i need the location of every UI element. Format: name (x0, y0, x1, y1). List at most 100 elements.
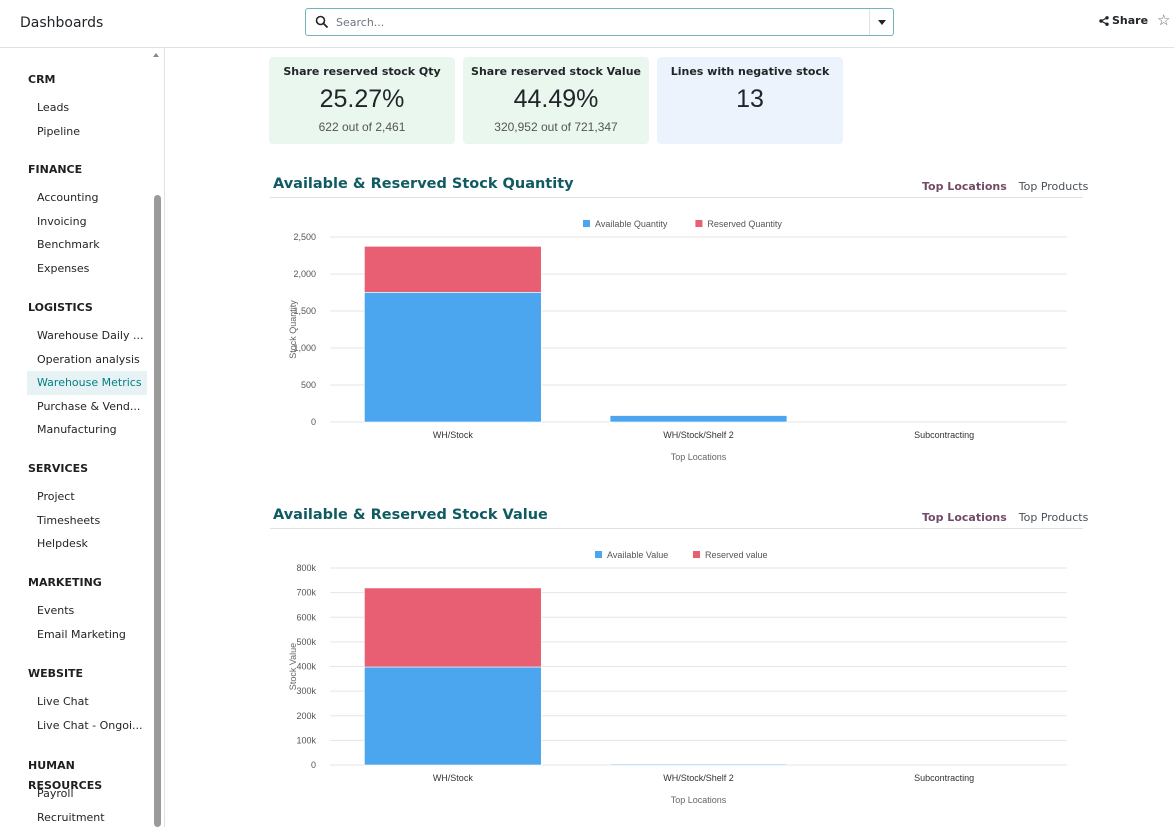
section-title-stock-quantity: Available & Reserved Stock Quantity (273, 176, 574, 192)
x-tick-label: Subcontracting (914, 773, 974, 783)
sidebar-item-operation-analysis[interactable]: Operation analysis (0, 348, 150, 372)
legend-label-reserved-value: Reserved value (705, 550, 768, 560)
kpi-card-negative-stock[interactable]: Lines with negative stock 13 (657, 57, 843, 144)
section-divider (270, 197, 1083, 198)
favorite-star-icon[interactable]: ☆ (1157, 11, 1170, 29)
y-tick-label: 400k (296, 662, 316, 672)
y-tick-label: 2,500 (293, 232, 316, 242)
x-axis-label: Top Locations (671, 452, 727, 462)
kpi-subtitle: 622 out of 2,461 (318, 120, 406, 134)
bar-wh-stock-reserved-value (364, 587, 542, 668)
kpi-subtitle: 320,952 out of 721,347 (494, 120, 618, 134)
x-tick-label: WH/Stock (433, 430, 474, 440)
sidebar-item-live-chat[interactable]: Live Chat (0, 690, 150, 714)
sidebar-item-helpdesk[interactable]: Helpdesk (0, 532, 150, 556)
sidebar-item-manufacturing[interactable]: Manufacturing (0, 418, 150, 442)
legend-swatch-available-quantity (583, 220, 590, 227)
scroll-up-arrow-icon[interactable] (153, 53, 159, 57)
chart-stock-quantity: Available Quantity Reserved Quantity 0 500 1… (270, 212, 1083, 470)
section-tabs-value: Top Locations Top Products (922, 511, 1088, 524)
sidebar-scrollbar[interactable] (154, 195, 161, 827)
tab-top-products[interactable]: Top Products (1019, 511, 1089, 524)
tab-top-locations[interactable]: Top Locations (922, 180, 1007, 193)
sidebar-item-live-chat-ongoing[interactable]: Live Chat - Ongoi... (0, 714, 150, 738)
sidebar-item-email-marketing[interactable]: Email Marketing (0, 623, 150, 647)
sidebar-item-project[interactable]: Project (0, 485, 150, 509)
share-label: Share (1112, 14, 1149, 27)
y-tick-label: 500 (301, 380, 316, 390)
x-axis-label: Top Locations (671, 795, 727, 805)
sidebar-section-marketing: MARKETING Events Email Marketing (0, 573, 150, 646)
search-box[interactable] (305, 8, 894, 36)
section-divider (270, 528, 1083, 529)
y-tick-label: 2,000 (293, 269, 316, 279)
y-tick-label: 600k (296, 612, 316, 622)
sidebar-item-invoicing[interactable]: Invoicing (0, 210, 150, 234)
search-input[interactable] (336, 13, 856, 32)
x-tick-label: WH/Stock/Shelf 2 (663, 773, 734, 783)
y-tick-label: 500k (296, 637, 316, 647)
section-tabs-quantity: Top Locations Top Products (922, 180, 1088, 193)
bar-wh-stock-available-quantity (364, 292, 542, 423)
x-tick-label: WH/Stock/Shelf 2 (663, 430, 734, 440)
legend-label-available-value: Available Value (607, 550, 668, 560)
y-tick-label: 700k (296, 588, 316, 598)
y-tick-label: 0 (311, 760, 316, 770)
top-bar: Dashboards Share ☆ (0, 0, 1174, 48)
legend-label-reserved-quantity: Reserved Quantity (707, 219, 782, 229)
sidebar-item-pipeline[interactable]: Pipeline (0, 120, 150, 144)
sidebar-item-recruitment[interactable]: Recruitment (0, 806, 150, 827)
sidebar-item-expenses[interactable]: Expenses (0, 257, 150, 281)
search-options-toggle[interactable] (869, 9, 893, 35)
y-tick-label: 0 (311, 417, 316, 427)
sidebar-section-title: LOGISTICS (28, 301, 93, 314)
chart-legend: Available Value Reserved value (595, 550, 768, 560)
sidebar: CRM Leads Pipeline FINANCE Accounting In… (0, 48, 165, 827)
sidebar-item-warehouse-metrics[interactable]: Warehouse Metrics (27, 371, 147, 395)
sidebar-section-website: WEBSITE Live Chat Live Chat - Ongoi... (0, 664, 150, 737)
sidebar-section-crm: CRM Leads Pipeline (0, 70, 150, 143)
chart-svg: Available Value Reserved value 0 100k 200k 30… (288, 550, 1067, 805)
chart-svg: Available Quantity Reserved Quantity05001… (288, 219, 1067, 462)
legend-label-available-quantity: Available Quantity (595, 219, 668, 229)
sidebar-section-human-resources: HUMAN RESOURCES Payroll Recruitment (0, 756, 150, 827)
sidebar-section-services: SERVICES Project Timesheets Helpdesk (0, 459, 150, 556)
sidebar-item-timesheets[interactable]: Timesheets (0, 509, 150, 533)
sidebar-section-title: CRM (28, 73, 56, 86)
y-tick-label: 200k (296, 711, 316, 721)
y-tick-label: 800k (296, 563, 316, 573)
bar-wh-stock-available-value (364, 666, 542, 766)
sidebar-item-warehouse-daily[interactable]: Warehouse Daily ... (0, 324, 150, 348)
kpi-title: Share reserved stock Qty (283, 65, 441, 78)
sidebar-section-finance: FINANCE Accounting Invoicing Benchmark E… (0, 160, 150, 280)
kpi-title: Share reserved stock Value (471, 65, 641, 78)
kpi-card-reserved-qty[interactable]: Share reserved stock Qty 25.27% 622 out … (269, 57, 455, 144)
search-icon (315, 15, 329, 29)
x-tick-label: Subcontracting (914, 430, 974, 440)
y-tick-label: 300k (296, 686, 316, 696)
section-title-stock-value: Available & Reserved Stock Value (273, 507, 548, 523)
kpi-title: Lines with negative stock (670, 65, 830, 78)
bar-wh-stock-shelf-2-available-value (609, 764, 788, 766)
tab-top-products[interactable]: Top Products (1019, 180, 1089, 193)
x-tick-label: WH/Stock (433, 773, 474, 783)
kpi-card-reserved-value[interactable]: Share reserved stock Value 44.49% 320,95… (463, 57, 649, 144)
sidebar-item-leads[interactable]: Leads (0, 96, 150, 120)
sidebar-item-benchmark[interactable]: Benchmark (0, 233, 150, 257)
sidebar-section-title: MARKETING (28, 576, 102, 589)
tab-top-locations[interactable]: Top Locations (922, 511, 1007, 524)
legend-swatch-reserved-quantity (695, 220, 703, 227)
sidebar-section-title: WEBSITE (28, 667, 84, 680)
caret-down-icon (878, 20, 886, 25)
sidebar-item-purchase-vendor[interactable]: Purchase & Vend... (0, 395, 150, 419)
sidebar-item-accounting[interactable]: Accounting (0, 186, 150, 210)
kpi-value: 25.27% (319, 85, 405, 113)
share-button[interactable]: Share (1099, 14, 1148, 27)
y-axis-label: Stock Quantity (288, 300, 298, 359)
bar-wh-stock-reserved-quantity (364, 246, 542, 293)
kpi-value: 44.49% (513, 85, 599, 113)
legend-swatch-available-value (595, 551, 602, 558)
share-icon (1099, 15, 1109, 26)
sidebar-item-events[interactable]: Events (0, 599, 150, 623)
app-title[interactable]: Dashboards (20, 15, 103, 31)
